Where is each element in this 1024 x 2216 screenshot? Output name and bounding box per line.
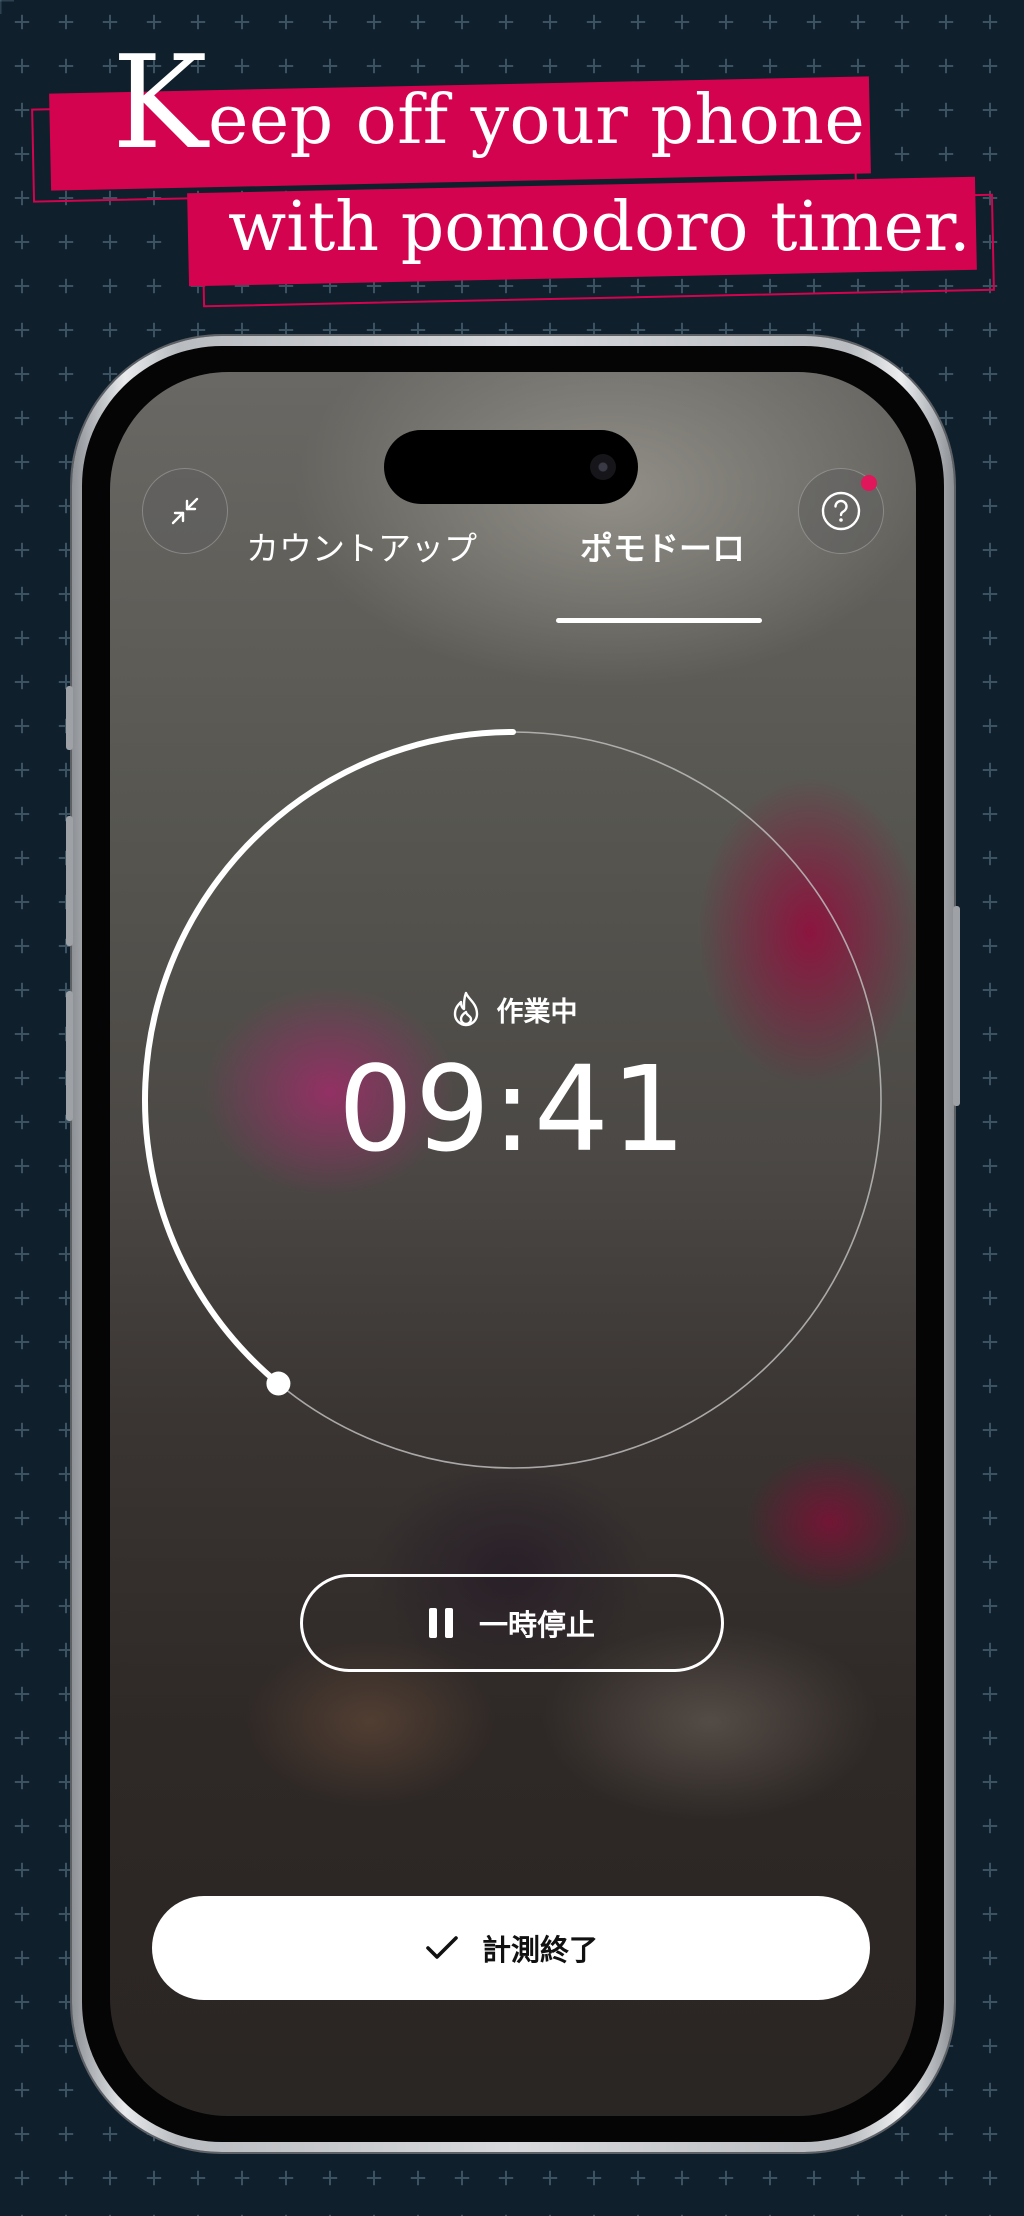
end-measurement-button[interactable]: 計測終了 [152, 1896, 870, 2000]
flame-icon [453, 991, 478, 1026]
timer-display: 09:41 [337, 1040, 689, 1178]
headline-line-1: Keep off your phone [112, 40, 865, 168]
power-button [953, 906, 960, 1106]
status-row: 作業中 [110, 990, 916, 1029]
pause-icon [428, 1608, 453, 1638]
headline-initial: K [112, 29, 209, 178]
end-button-label: 計測終了 [481, 1933, 598, 1967]
pause-button[interactable]: 一時停止 [300, 1574, 724, 1672]
status-label: 作業中 [496, 997, 578, 1028]
check-icon [426, 1936, 458, 1959]
headline-line-1-text: eep off your phone [208, 81, 866, 160]
progress-ring-knob[interactable] [266, 1371, 291, 1396]
phone-frame: カウントアップ ポモドーロ 作業中 09:41 一時停止 計測終了 [66, 336, 960, 2152]
pause-button-label: 一時停止 [478, 1608, 595, 1642]
app-screen: カウントアップ ポモドーロ 作業中 09:41 一時停止 計測終了 [110, 372, 916, 2116]
volume-down-button [66, 991, 73, 1121]
headline-line-2: with pomodoro timer. [228, 188, 971, 267]
action-button [66, 686, 73, 750]
volume-up-button [66, 816, 73, 946]
progress-ring [142, 729, 882, 1469]
headline-banner: Keep off your phone with pomodoro timer. [0, 0, 1024, 320]
